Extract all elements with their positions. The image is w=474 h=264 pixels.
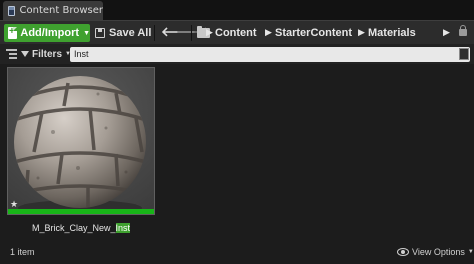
save-all-label: Save All (109, 27, 152, 39)
sources-panel-icon[interactable] (6, 49, 17, 59)
content-browser-tab-icon (8, 5, 15, 16)
brick-sphere-preview (8, 68, 154, 214)
favorite-star-icon[interactable]: ★ (10, 200, 18, 210)
chevron-down-icon: ▼ (467, 249, 474, 255)
breadcrumb-separator-icon[interactable]: ▶ (265, 24, 272, 42)
status-bar: 1 item View Options ▼ (0, 240, 474, 264)
breadcrumb-separator-icon[interactable]: ▶ (206, 24, 213, 42)
eye-icon (397, 248, 409, 256)
lock-icon[interactable] (459, 25, 467, 36)
toolbar-divider (191, 25, 192, 41)
save-icon (95, 28, 105, 38)
save-all-button[interactable]: Save All (95, 24, 151, 42)
asset-view: ★ M_Brick_Clay_New_Inst (0, 64, 474, 240)
asset-thumbnail[interactable]: ★ (7, 67, 155, 215)
add-import-label: Add/Import (20, 27, 80, 39)
breadcrumb-separator-icon[interactable]: ▶ (443, 24, 450, 42)
tab-content-browser[interactable]: Content Browser (3, 1, 103, 20)
filter-bar: Filters ▼ (0, 44, 474, 64)
view-options-button[interactable]: View Options ▼ (397, 246, 474, 258)
filters-button[interactable]: Filters ▼ (21, 47, 71, 61)
add-import-button[interactable]: + Add/Import ▼ (4, 24, 90, 42)
item-count: 1 item (10, 247, 35, 257)
breadcrumb-item-materials[interactable]: Materials (368, 24, 416, 42)
filters-label: Filters (32, 48, 63, 60)
toolbar: + Add/Import ▼ Save All 🡐 🡒 ▶ Content ▶ … (0, 20, 474, 44)
tab-label: Content Browser (19, 5, 103, 16)
breadcrumb-item-startercontent[interactable]: StarterContent (275, 24, 352, 42)
search-match-highlight: Inst (115, 223, 131, 233)
tab-strip: Content Browser (0, 0, 474, 20)
view-options-label: View Options (412, 247, 465, 257)
asset-name-prefix: M_Brick_Clay_New_ (31, 223, 116, 233)
save-search-icon[interactable] (459, 48, 469, 60)
add-file-icon: + (8, 26, 18, 39)
toolbar-divider (154, 25, 155, 41)
filter-funnel-icon (21, 51, 29, 57)
chevron-down-icon: ▼ (83, 29, 90, 37)
asset-type-color-bar (8, 209, 154, 214)
asset-name-label[interactable]: M_Brick_Clay_New_Inst (7, 223, 155, 233)
breadcrumb-item-content[interactable]: Content (215, 24, 257, 42)
breadcrumb-separator-icon[interactable]: ▶ (358, 24, 365, 42)
search-input[interactable] (70, 47, 470, 62)
